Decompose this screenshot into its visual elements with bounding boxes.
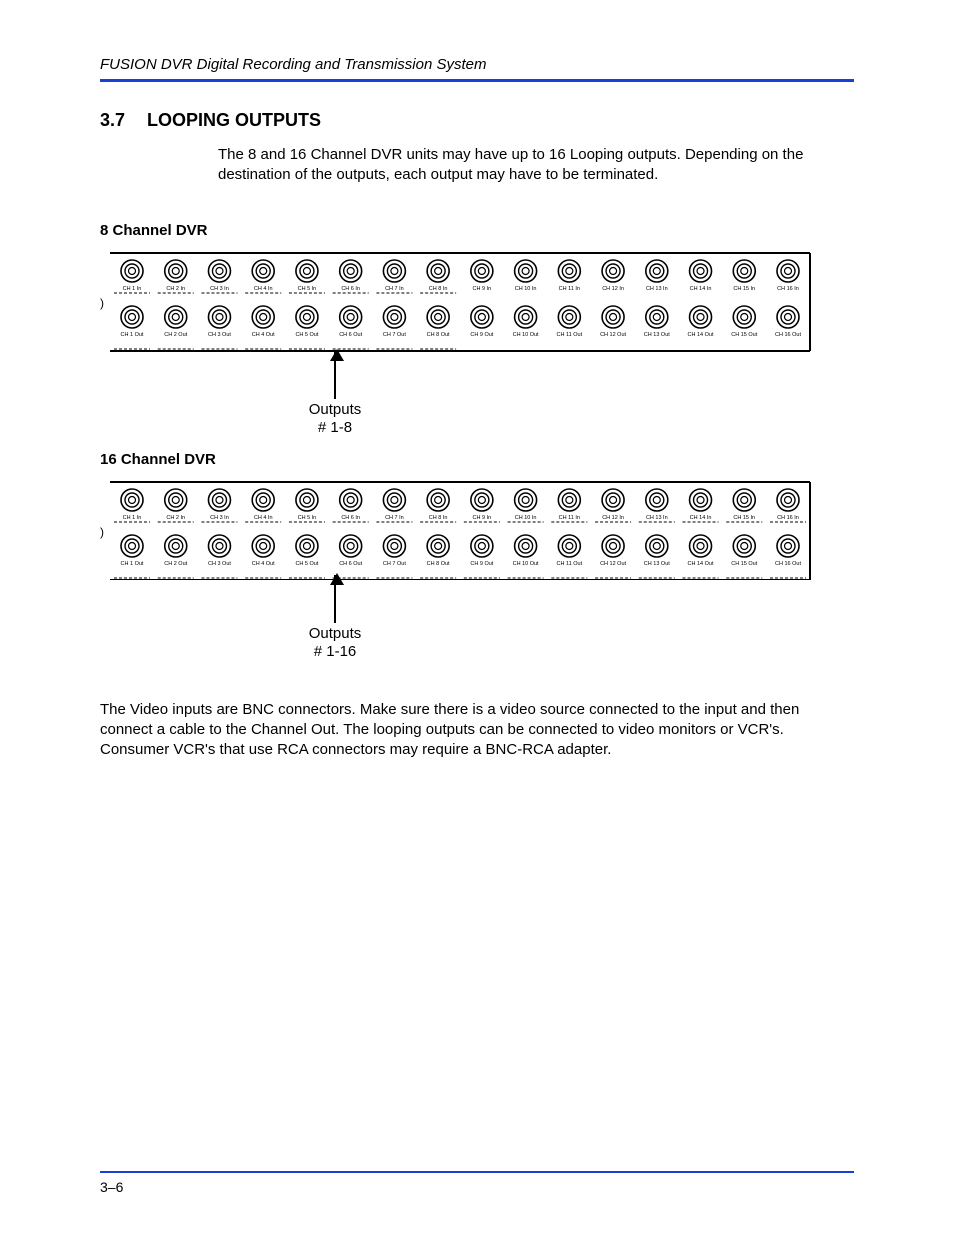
bnc-out-label: CH 2 Out [164, 332, 187, 338]
bnc-in-label: CH 10 In [515, 515, 537, 521]
bnc-in-label: CH 9 In [473, 286, 492, 292]
bnc-out-label: CH 16 Out [775, 332, 801, 338]
page-footer: 3–6 [100, 1161, 854, 1195]
panel16-callout-line1: Outputs [309, 625, 362, 642]
bnc-in-label: CH 16 In [777, 515, 799, 521]
panel8-callout-line1: Outputs [309, 401, 362, 418]
bnc-out-label: CH 7 Out [383, 561, 406, 567]
bnc-in-label: CH 15 In [733, 515, 755, 521]
panel16-callout-line2: # 1-16 [314, 643, 357, 660]
bnc-in-label: CH 4 In [254, 286, 273, 292]
bnc-in-label: CH 1 In [123, 286, 142, 292]
bnc-out-label: CH 15 Out [731, 332, 757, 338]
bnc-in-label: CH 5 In [298, 515, 317, 521]
bnc-in-label: CH 11 In [559, 515, 580, 521]
bnc-out-label: CH 11 Out [557, 332, 583, 338]
panel16-callout: Outputs # 1-16 [275, 575, 395, 661]
panel8-svg: ) CH 1 In CH 2 In CH 3 In CH 4 In CH 5 In CH 6… [100, 251, 820, 361]
bnc-in-label: CH 16 In [777, 286, 799, 292]
bnc-out-label: CH 11 Out [557, 561, 583, 567]
bnc-in-label: CH 9 In [473, 515, 492, 521]
bnc-in-label: CH 3 In [210, 286, 229, 292]
bnc-out-label: CH 3 Out [208, 332, 231, 338]
panel8-callout: Outputs # 1-8 [275, 351, 395, 437]
bnc-in-label: CH 8 In [429, 515, 448, 521]
bnc-out-label: CH 3 Out [208, 561, 231, 567]
bnc-out-label: CH 2 Out [164, 561, 187, 567]
arrow-icon [334, 575, 336, 623]
bnc-out-label: CH 4 Out [252, 332, 275, 338]
bnc-out-label: CH 16 Out [775, 561, 801, 567]
section-intro: The 8 and 16 Channel DVR units may have … [218, 145, 854, 186]
section-heading: 3.7 LOOPING OUTPUTS [100, 110, 854, 131]
svg-text:): ) [100, 296, 104, 310]
bnc-in-label: CH 2 In [166, 286, 185, 292]
bnc-in-label: CH 12 In [602, 286, 624, 292]
bnc-out-label: CH 6 Out [339, 561, 362, 567]
bnc-in-label: CH 8 In [429, 286, 448, 292]
bnc-out-label: CH 13 Out [644, 332, 670, 338]
bnc-in-label: CH 7 In [385, 515, 404, 521]
bnc-in-label: CH 13 In [646, 515, 668, 521]
panel16-title: 16 Channel DVR [100, 451, 854, 468]
bnc-out-label: CH 7 Out [383, 332, 406, 338]
bnc-in-label: CH 6 In [341, 515, 360, 521]
bnc-out-label: CH 13 Out [644, 561, 670, 567]
body-paragraph: The Video inputs are BNC connectors. Mak… [100, 700, 854, 761]
bnc-in-label: CH 2 In [166, 515, 185, 521]
bnc-out-label: CH 15 Out [731, 561, 757, 567]
bnc-out-label: CH 9 Out [470, 332, 493, 338]
panel8-callout-line2: # 1-8 [318, 419, 352, 436]
panel8-diagram: ) CH 1 In CH 2 In CH 3 In CH 4 In CH 5 In CH 6… [100, 251, 854, 361]
bnc-out-label: CH 8 Out [427, 332, 450, 338]
bnc-out-label: CH 5 Out [295, 332, 318, 338]
page-number: 3–6 [100, 1179, 854, 1195]
bnc-in-label: CH 6 In [341, 286, 360, 292]
bnc-out-label: CH 12 Out [600, 561, 626, 567]
bnc-out-label: CH 6 Out [339, 332, 362, 338]
bnc-in-label: CH 7 In [385, 286, 404, 292]
section-number: 3.7 [100, 110, 125, 131]
bnc-out-label: CH 8 Out [427, 561, 450, 567]
bnc-out-label: CH 12 Out [600, 332, 626, 338]
panel16-diagram: ) CH 1 In CH 2 In CH 3 In CH 4 In CH 5 In CH 6… [100, 480, 854, 580]
running-header: FUSION DVR Digital Recording and Transmi… [100, 56, 854, 73]
footer-rule [100, 1171, 854, 1173]
bnc-in-label: CH 14 In [690, 515, 712, 521]
bnc-out-label: CH 14 Out [688, 561, 714, 567]
bnc-in-label: CH 10 In [515, 286, 537, 292]
svg-text:): ) [100, 525, 104, 539]
bnc-in-label: CH 12 In [602, 515, 624, 521]
bnc-out-label: CH 14 Out [688, 332, 714, 338]
bnc-in-label: CH 1 In [123, 515, 142, 521]
bnc-out-label: CH 5 Out [295, 561, 318, 567]
bnc-out-label: CH 9 Out [470, 561, 493, 567]
panel8-title: 8 Channel DVR [100, 222, 854, 239]
bnc-in-label: CH 5 In [298, 286, 317, 292]
bnc-out-label: CH 4 Out [252, 561, 275, 567]
bnc-out-label: CH 10 Out [513, 332, 539, 338]
bnc-out-label: CH 1 Out [121, 332, 144, 338]
bnc-in-label: CH 4 In [254, 515, 273, 521]
bnc-in-label: CH 11 In [559, 286, 580, 292]
panel16-svg: ) CH 1 In CH 2 In CH 3 In CH 4 In CH 5 In CH 6… [100, 480, 820, 580]
bnc-in-label: CH 13 In [646, 286, 668, 292]
bnc-out-label: CH 1 Out [121, 561, 144, 567]
section-title: LOOPING OUTPUTS [147, 110, 321, 131]
bnc-out-label: CH 10 Out [513, 561, 539, 567]
bnc-in-label: CH 3 In [210, 515, 229, 521]
bnc-in-label: CH 15 In [733, 286, 755, 292]
bnc-in-label: CH 14 In [690, 286, 712, 292]
header-rule [100, 79, 854, 82]
arrow-icon [334, 351, 336, 399]
